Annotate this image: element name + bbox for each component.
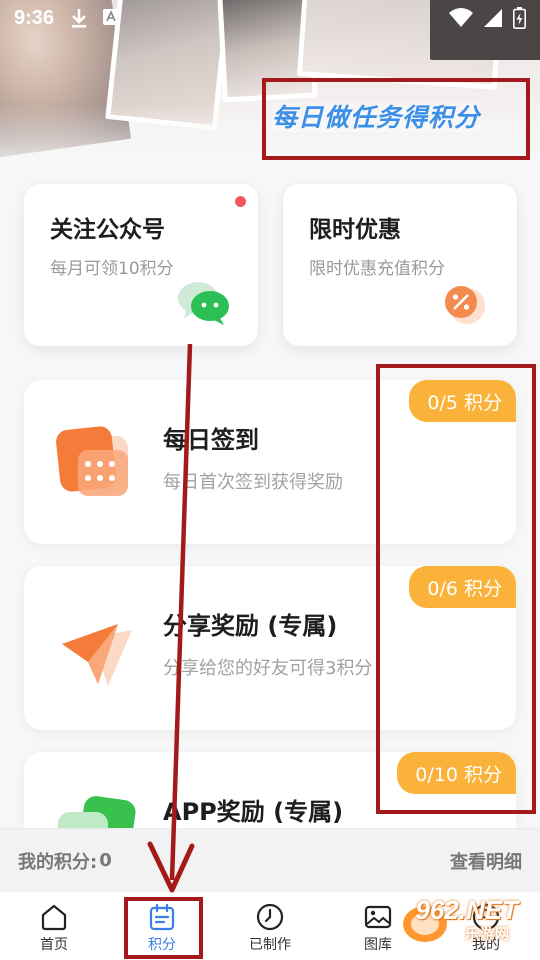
wifi-icon bbox=[449, 8, 473, 27]
nav-made[interactable]: 已制作 bbox=[216, 892, 324, 960]
annotation-box-banner bbox=[262, 78, 530, 160]
discount-icon bbox=[445, 286, 485, 324]
my-points-bar: 我的积分: 0 查看明细 bbox=[0, 828, 540, 892]
download-icon bbox=[72, 9, 87, 28]
paper-plane-icon bbox=[62, 624, 132, 686]
card-title: 关注公众号 bbox=[50, 217, 165, 243]
status-bar: 9:36 bbox=[0, 0, 540, 36]
calendar-icon bbox=[56, 426, 128, 496]
task-title: APP奖励 (专属) bbox=[163, 798, 344, 826]
battery-icon bbox=[513, 7, 526, 29]
points-label: 我的积分: bbox=[18, 851, 98, 873]
task-title: 分享奖励 (专属) bbox=[163, 612, 338, 640]
task-desc: 每日首次签到获得奖励 bbox=[163, 472, 343, 493]
task-title: 每日签到 bbox=[163, 426, 259, 454]
signal-icon bbox=[484, 9, 502, 27]
translate-icon bbox=[103, 9, 120, 25]
home-icon bbox=[41, 904, 67, 931]
nav-label: 首页 bbox=[40, 937, 68, 953]
card-subtitle: 限时优惠充值积分 bbox=[309, 259, 445, 279]
points-value: 0 bbox=[99, 850, 112, 871]
watermark-subtext: 乐游网 bbox=[465, 927, 510, 943]
follow-official-account-card[interactable]: 关注公众号 每月可领10积分 bbox=[24, 184, 258, 346]
annotation-box-nav-points bbox=[124, 897, 203, 959]
notification-dot bbox=[235, 196, 246, 207]
wechat-icon bbox=[178, 282, 229, 325]
task-desc: 分享给您的好友可得3积分 bbox=[163, 658, 373, 679]
nav-label: 图库 bbox=[364, 937, 392, 953]
card-subtitle: 每月可领10积分 bbox=[50, 259, 174, 279]
watermark-text: 962.NET bbox=[415, 895, 518, 925]
status-time: 9:36 bbox=[14, 6, 55, 29]
annotation-box-badges bbox=[376, 364, 536, 814]
limited-offer-card[interactable]: 限时优惠 限时优惠充值积分 bbox=[283, 184, 517, 346]
view-details-link[interactable]: 查看明细 bbox=[450, 848, 522, 874]
gallery-icon bbox=[364, 905, 392, 929]
card-title: 限时优惠 bbox=[309, 217, 401, 243]
site-watermark: 962.NET 乐游网 bbox=[397, 895, 532, 954]
nav-label: 已制作 bbox=[249, 937, 291, 953]
clock-icon bbox=[256, 903, 284, 931]
nav-home[interactable]: 首页 bbox=[0, 892, 108, 960]
